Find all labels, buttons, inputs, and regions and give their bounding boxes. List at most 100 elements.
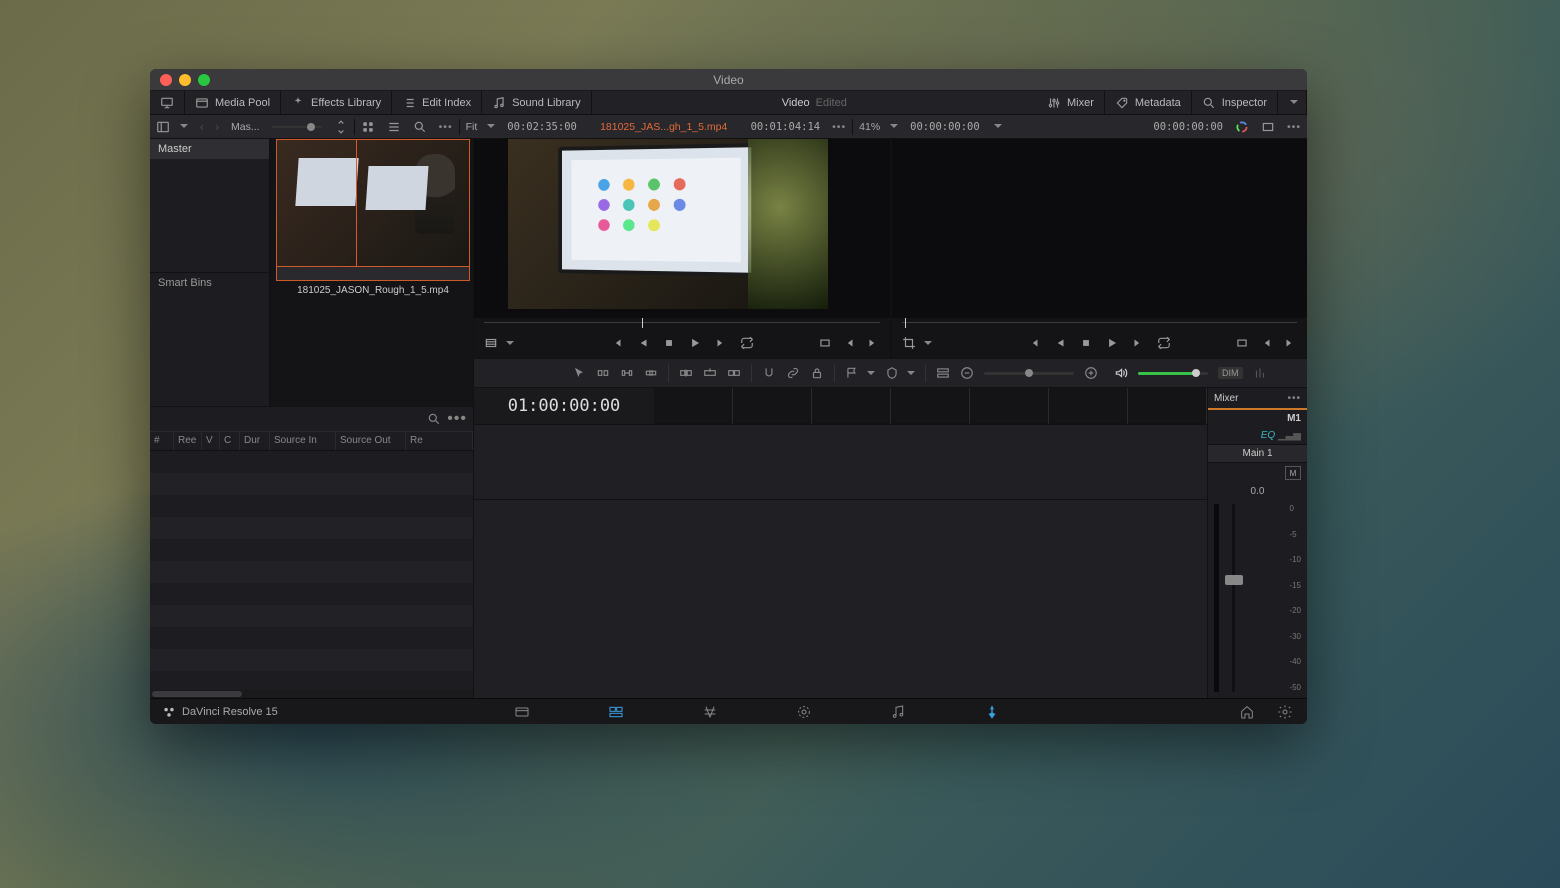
effects-library-button[interactable]: Effects Library [281,91,392,114]
source-viewer-options-button[interactable]: ••• [826,115,852,138]
clip-thumbnail[interactable]: 181025_JASON_Rough_1_5.mp4 [276,139,470,296]
insert-clip-button[interactable] [679,366,693,380]
reverse-play-button[interactable] [636,336,650,350]
bin-path-label[interactable]: Mas... [225,115,266,138]
dim-button[interactable]: DIM [1218,367,1243,379]
record-viewer-options-button[interactable]: ••• [1281,115,1307,138]
trim-tool-button[interactable] [596,366,610,380]
timeline-mode-dropdown[interactable] [902,334,932,352]
position-lock-button[interactable] [810,366,824,380]
mark-in-button[interactable] [842,336,856,350]
link-button[interactable] [786,366,800,380]
search-icon[interactable] [427,412,441,426]
meters-button[interactable] [1253,366,1267,380]
mark-in-button[interactable] [1259,336,1273,350]
mixer-options-button[interactable]: ••• [1287,393,1301,404]
mute-button[interactable]: M [1285,466,1301,480]
media-page-button[interactable] [514,704,530,720]
search-media-button[interactable] [407,115,433,138]
go-to-end-button[interactable] [714,336,728,350]
sound-library-button[interactable]: Sound Library [482,91,592,114]
project-settings-button[interactable] [1277,704,1293,720]
volume-slider[interactable] [1138,372,1208,375]
list-view-button[interactable] [381,115,407,138]
marker-dropdown-button[interactable] [885,366,899,380]
metadata-button[interactable]: Metadata [1105,91,1192,114]
timeline-screen[interactable] [892,139,1308,318]
thumbnail-size-slider[interactable] [266,115,328,138]
col-v[interactable]: V [202,432,220,450]
color-page-button[interactable] [796,704,812,720]
fusion-page-button[interactable] [702,704,718,720]
col-record[interactable]: Re [406,432,473,450]
stop-button[interactable] [1079,336,1093,350]
home-button[interactable] [1239,704,1255,720]
col-source-out[interactable]: Source Out [336,432,406,450]
index-options-button[interactable]: ••• [447,410,467,428]
play-button[interactable] [1105,336,1119,350]
index-column-headers[interactable]: # Ree V C Dur Source In Source Out Re [150,431,473,451]
selection-tool-button[interactable] [572,366,586,380]
overwrite-clip-button[interactable] [703,366,717,380]
col-reel[interactable]: Ree [174,432,202,450]
reverse-play-button[interactable] [1053,336,1067,350]
loop-button[interactable] [740,336,754,350]
color-viewer-button[interactable] [1229,115,1255,138]
timeline-panel[interactable]: 01:00:00:00 [474,388,1207,698]
volume-icon[interactable] [1114,366,1128,380]
mixer-eq-button[interactable]: EQ ▁▃▅ [1208,427,1307,444]
fairlight-page-button[interactable] [890,704,906,720]
channel-fader[interactable]: 0-5-10-15-20-30-40-50 [1208,504,1307,692]
blade-tool-button[interactable] [644,366,658,380]
clip-scrub-playhead[interactable] [356,139,357,267]
flag-dropdown-button[interactable] [845,366,859,380]
zoom-in-button[interactable] [1084,366,1098,380]
fullscreen-window-button[interactable] [198,74,210,86]
edit-page-button[interactable] [608,704,624,720]
sort-button[interactable] [328,115,354,138]
snapping-button[interactable] [762,366,776,380]
mark-out-button[interactable] [866,336,880,350]
col-source-in[interactable]: Source In [270,432,336,450]
clip-thumbnail-image[interactable] [276,139,470,267]
fader-knob[interactable] [1225,575,1243,585]
go-to-start-button[interactable] [610,336,624,350]
chevron-down-icon[interactable] [990,121,1002,133]
play-button[interactable] [688,336,702,350]
sidebar-toggle-button[interactable] [150,115,194,138]
edit-index-button[interactable]: Edit Index [392,91,482,114]
media-pool-button[interactable]: Media Pool [185,91,281,114]
source-screen[interactable] [474,139,890,318]
bin-master[interactable]: Master [150,139,269,159]
smart-bins-header[interactable]: Smart Bins [150,272,269,293]
timeline-jog-bar[interactable] [902,318,1298,328]
timeline-ruler[interactable] [654,388,1207,424]
timeline-timecode[interactable]: 01:00:00:00 [474,388,654,424]
col-number[interactable]: # [150,432,174,450]
close-window-button[interactable] [160,74,172,86]
replace-clip-button[interactable] [727,366,741,380]
go-to-start-button[interactable] [1027,336,1041,350]
fullscreen-viewer-button[interactable] [150,91,185,114]
media-pool-grid[interactable]: 181025_JASON_Rough_1_5.mp4 [270,139,473,406]
zoom-out-button[interactable] [960,366,974,380]
horizontal-scrollbar[interactable] [150,690,473,698]
minimize-window-button[interactable] [179,74,191,86]
deliver-page-button[interactable] [984,704,1000,720]
media-options-button[interactable]: ••• [433,115,459,138]
history-back-button[interactable]: ‹ [194,115,210,138]
source-mode-dropdown[interactable] [484,334,514,352]
thumbnail-view-button[interactable] [355,115,381,138]
source-jog-bar[interactable] [484,318,880,328]
loop-button[interactable] [1157,336,1171,350]
stop-button[interactable] [662,336,676,350]
match-frame-button[interactable] [818,336,832,350]
mixer-button[interactable]: Mixer [1037,91,1105,114]
match-frame-button[interactable] [1235,336,1249,350]
timeline-view-options-button[interactable] [936,366,950,380]
zoom-slider[interactable] [984,372,1074,375]
col-c[interactable]: C [220,432,240,450]
dynamic-trim-button[interactable] [620,366,634,380]
mark-out-button[interactable] [1283,336,1297,350]
timeline-zoom-dropdown[interactable]: 41% [853,115,904,138]
